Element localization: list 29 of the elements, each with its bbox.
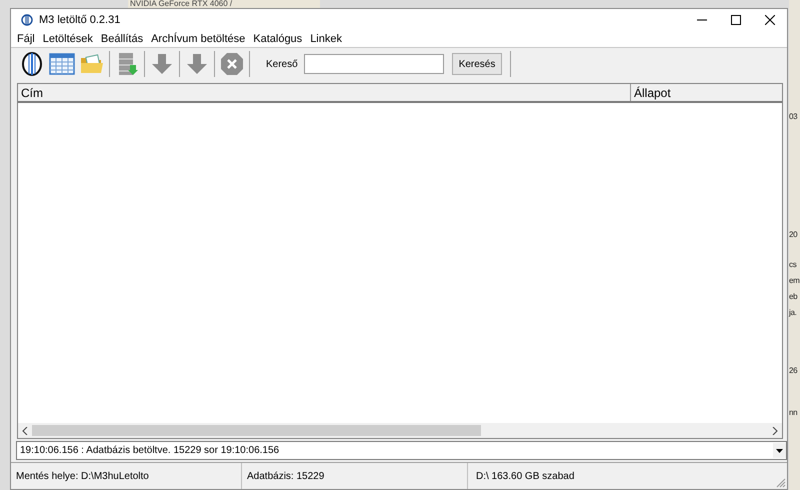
menu-item[interactable]: ArchÍvum betöltése	[147, 33, 250, 45]
background-text: cs	[789, 260, 796, 269]
status-text: Mentés helye: D:\M3huLetolto	[11, 463, 242, 489]
log-text: 19:10:06.156 : Adatbázis betöltve. 15229 sor 19:10:06.156	[19, 445, 280, 456]
column-header[interactable]: Cím	[18, 84, 631, 101]
status-text: Adatbázis: 15229	[242, 463, 468, 489]
window-title: M3 letöltő 0.2.31	[39, 14, 120, 26]
status-text: D:\ 163.60 GB szabad	[475, 470, 576, 484]
background-text: nn	[789, 408, 798, 417]
globe-icon	[21, 14, 33, 26]
menu-item[interactable]: Katalógus	[249, 33, 306, 45]
horizontal-scrollbar[interactable]	[18, 423, 782, 438]
background-text: eb	[789, 292, 798, 301]
background-text: 20	[789, 230, 798, 239]
background-text: 26	[789, 366, 798, 375]
menu-item[interactable]: Letöltések	[38, 33, 97, 45]
column-header[interactable]: Állapot	[631, 84, 782, 101]
log-dropdown[interactable]: 19:10:06.156 : Adatbázis betöltve. 15229 sor 19:10:06.156	[16, 441, 787, 460]
search-label: Kereső	[266, 58, 298, 70]
menu-item[interactable]: Beállítás	[96, 33, 148, 45]
menu-item[interactable]: Linkek	[306, 33, 346, 45]
background-text: 03	[789, 112, 798, 121]
background-text: ja.	[789, 308, 797, 317]
search-button[interactable]: Keresés	[452, 53, 502, 75]
menu-item[interactable]: Fájl	[13, 33, 39, 45]
background-text: NVIDIA GeForce RTX 4060 /	[128, 0, 320, 8]
scrollbar-thumb[interactable]	[32, 425, 481, 436]
search-field[interactable]	[304, 54, 444, 74]
background-text: em	[789, 276, 800, 285]
